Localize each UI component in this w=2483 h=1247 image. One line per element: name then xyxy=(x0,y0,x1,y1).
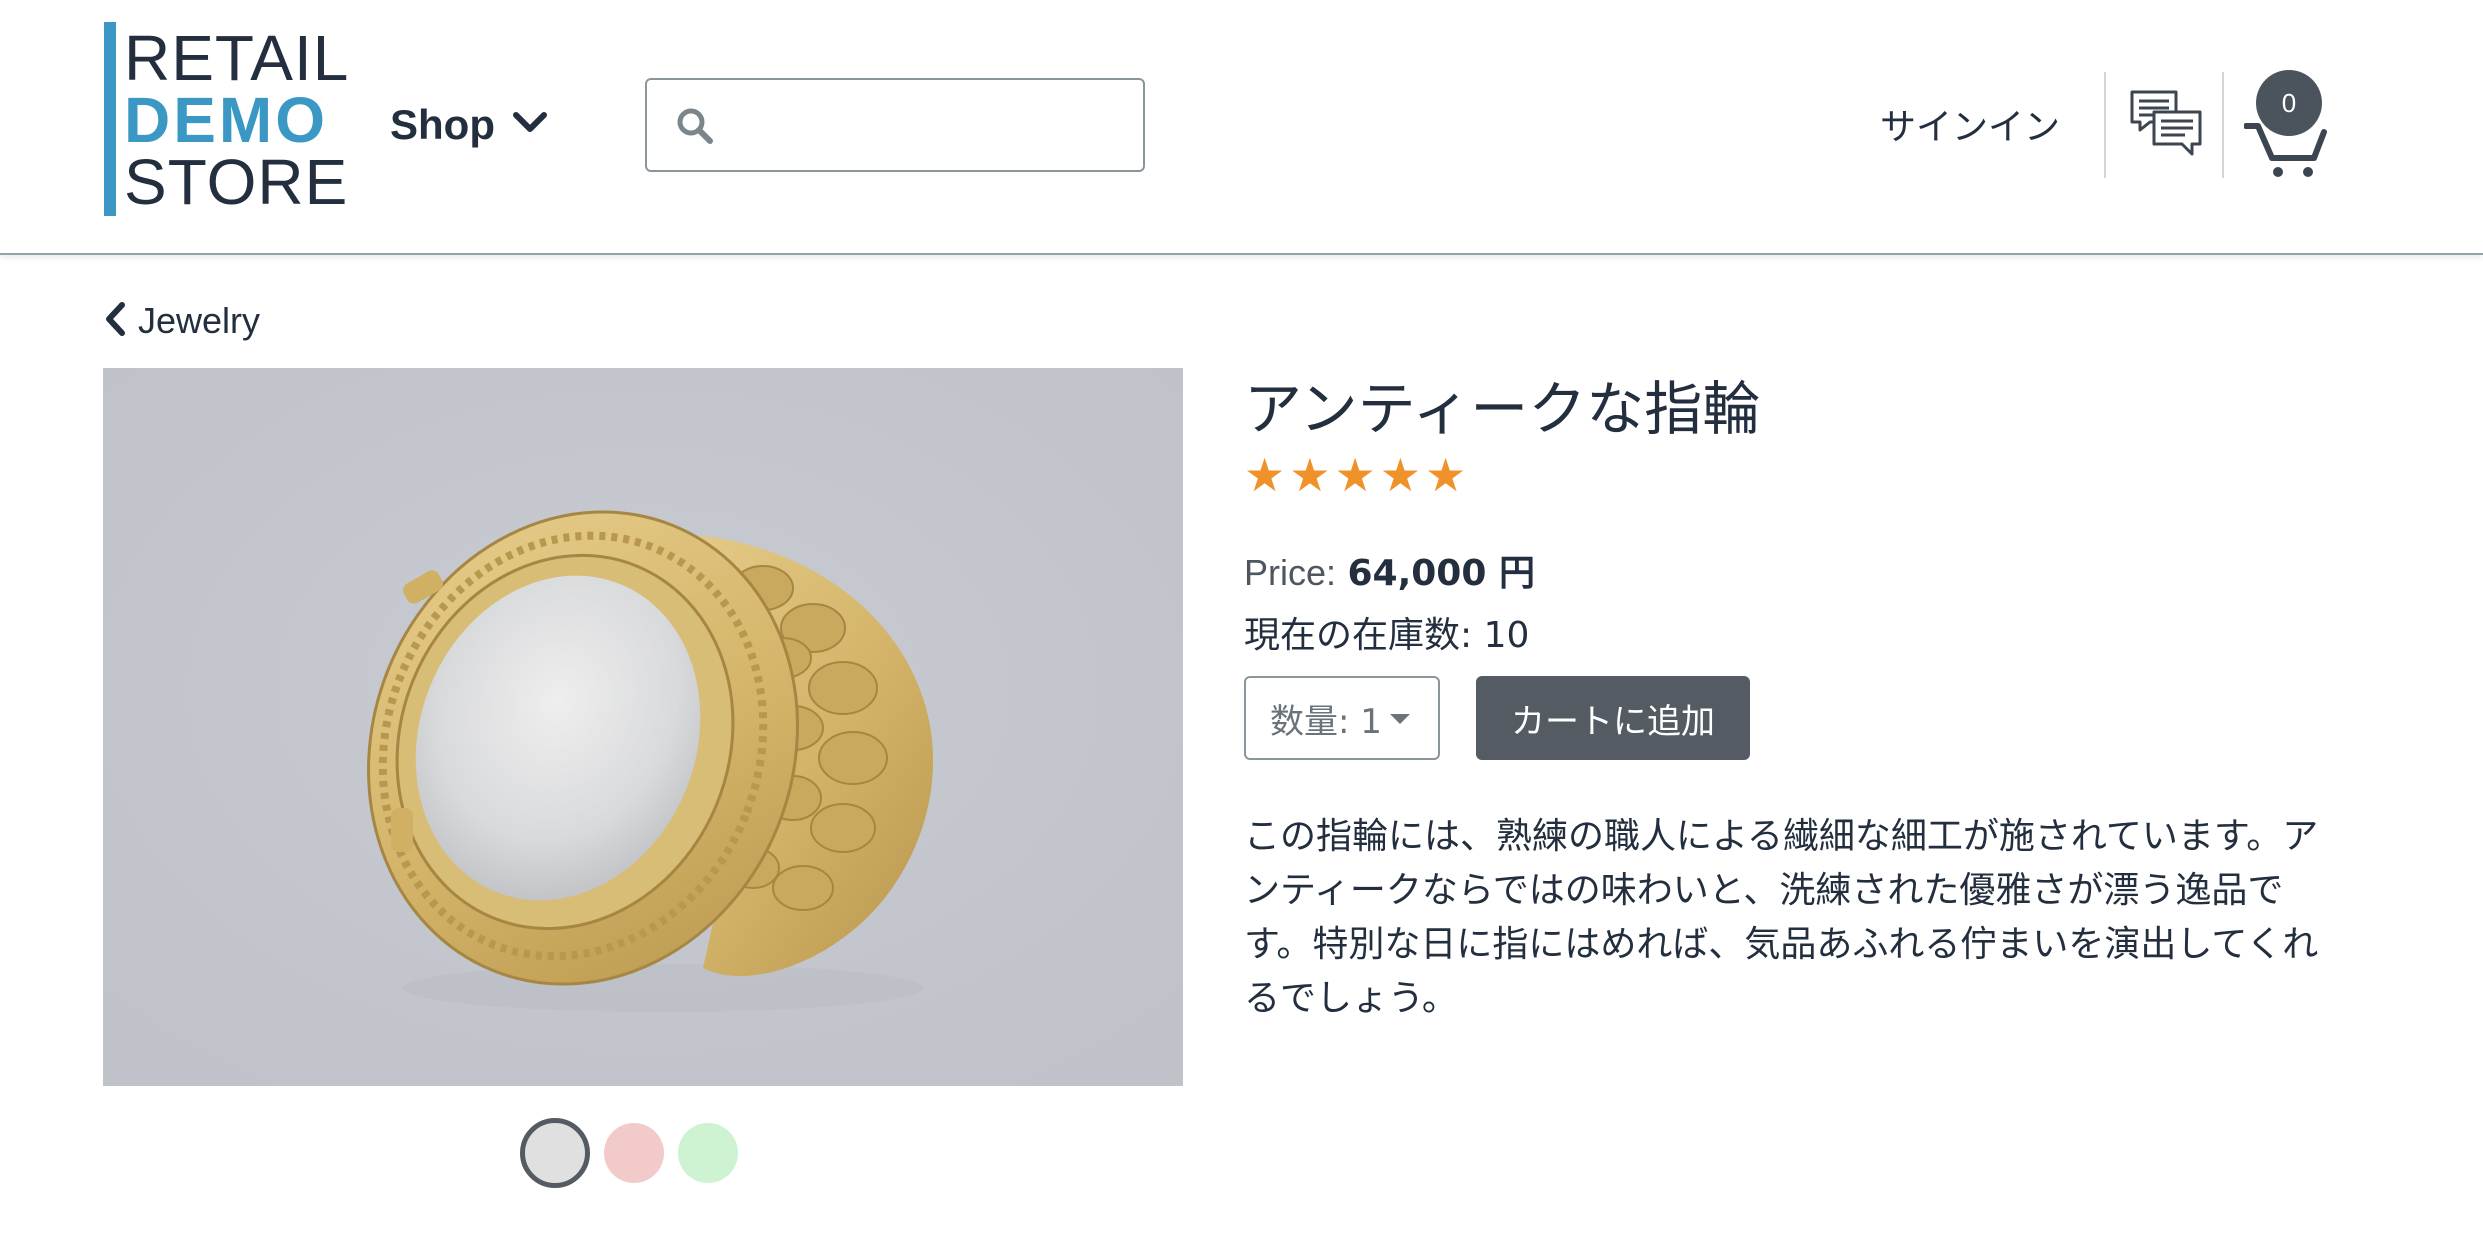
store-logo[interactable]: RETAIL DEMO STORE xyxy=(104,22,354,218)
star-icon: ★ xyxy=(1379,448,1421,502)
logo-bar xyxy=(104,22,116,216)
cart-count-badge: 0 xyxy=(2256,70,2322,136)
breadcrumb-category: Jewelry xyxy=(138,300,261,341)
signin-link[interactable]: サインイン xyxy=(1880,98,2060,150)
add-to-cart-button[interactable]: カートに追加 xyxy=(1476,676,1750,760)
logo-line-1: RETAIL xyxy=(124,22,350,94)
shop-menu-button[interactable]: Shop xyxy=(390,95,547,155)
shop-label: Shop xyxy=(390,101,495,148)
product-description: この指輪には、熟練の職人による繊細な細工が施されています。アンティークならではの… xyxy=(1244,816,2319,1019)
site-header: RETAIL DEMO STORE Shop サインイン 0 xyxy=(0,0,2483,255)
chat-icon[interactable] xyxy=(2128,88,2204,164)
search-box[interactable] xyxy=(645,78,1145,172)
caret-down-icon xyxy=(1390,714,1410,724)
chevron-left-icon xyxy=(104,302,126,340)
star-icon: ★ xyxy=(1289,448,1331,502)
stock-label: 現在の在庫数: xyxy=(1244,615,1473,656)
product-image xyxy=(103,368,1183,1086)
product-rating: ★ ★ ★ ★ ★ xyxy=(1244,452,1466,498)
stock-value: 10 xyxy=(1483,615,1530,656)
quantity-select[interactable]: 数量: 1 xyxy=(1244,676,1440,760)
swatch-green[interactable] xyxy=(678,1123,738,1183)
logo-line-3: STORE xyxy=(124,146,349,218)
swatch-pink[interactable] xyxy=(604,1123,664,1183)
price-label: Price: xyxy=(1244,552,1337,593)
header-divider xyxy=(2104,72,2106,178)
star-icon: ★ xyxy=(1334,448,1376,502)
quantity-value: 数量: 1 xyxy=(1270,701,1382,742)
price-row: Price: 64,000 円 xyxy=(1244,544,1535,596)
stock-row: 現在の在庫数: 10 xyxy=(1244,606,1529,658)
swatch-gray[interactable] xyxy=(520,1118,590,1188)
star-icon: ★ xyxy=(1425,448,1467,502)
color-swatches xyxy=(520,1118,738,1188)
header-divider xyxy=(2222,72,2224,178)
logo-line-2: DEMO xyxy=(124,84,328,156)
cart-button[interactable]: 0 xyxy=(2244,68,2334,178)
star-icon: ★ xyxy=(1244,448,1286,502)
search-icon xyxy=(675,106,715,150)
product-title: アンティークな指輪 xyxy=(1244,375,1761,443)
price-value: 64,000 円 xyxy=(1347,553,1535,594)
chevron-down-icon xyxy=(512,112,547,138)
breadcrumb[interactable]: Jewelry xyxy=(104,300,260,342)
search-input[interactable] xyxy=(727,90,1127,160)
